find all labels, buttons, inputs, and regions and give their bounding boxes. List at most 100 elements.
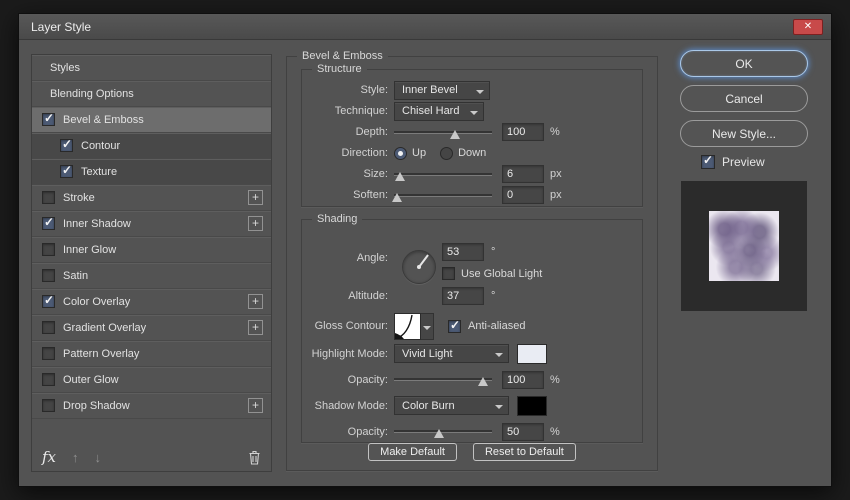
preview-checkbox[interactable] (701, 153, 715, 169)
title-bar[interactable]: Layer Style ✕ (19, 14, 831, 40)
effect-checkbox[interactable] (42, 347, 55, 360)
effect-checkbox[interactable] (42, 215, 55, 230)
sidebar-item-inner-glow[interactable]: Inner Glow (32, 237, 271, 263)
angle-dial[interactable] (402, 250, 436, 284)
sidebar-item-label: Blending Options (50, 87, 134, 100)
sidebar-item-texture[interactable]: Texture (32, 159, 271, 185)
fx-icon[interactable]: fx (42, 448, 56, 466)
effect-checkbox[interactable] (42, 243, 55, 256)
highlight-opacity-slider[interactable] (394, 372, 492, 387)
slider-thumb[interactable] (449, 129, 460, 139)
sidebar-item-gradient-overlay[interactable]: Gradient Overlay (32, 315, 271, 341)
style-label: Style: (360, 84, 388, 96)
add-effect-icon[interactable] (248, 398, 263, 413)
cancel-button[interactable]: Cancel (680, 85, 808, 112)
effect-checkbox[interactable] (42, 399, 55, 412)
sidebar-item-label: Gradient Overlay (63, 321, 147, 334)
sidebar-item-styles[interactable]: Styles (32, 55, 271, 81)
chevron-down-icon (495, 405, 503, 409)
shadow-opacity-input[interactable] (502, 422, 544, 441)
technique-dropdown[interactable]: Chisel Hard (394, 101, 484, 121)
direction-down-radio[interactable] (440, 146, 454, 160)
slider-thumb[interactable] (391, 192, 402, 202)
direction-row: Direction: Up Down (310, 143, 634, 163)
depth-row: Depth: % (310, 122, 634, 142)
sidebar-item-label: Inner Glow (63, 243, 117, 256)
highlight-mode-row: Highlight Mode: Vivid Light (310, 341, 634, 366)
gloss-contour-dropdown-button[interactable] (421, 312, 434, 340)
effect-checkbox[interactable] (42, 191, 55, 204)
shadow-mode-row: Shadow Mode: Color Burn (310, 393, 634, 418)
soften-row: Soften: px (310, 185, 634, 205)
effect-checkbox[interactable] (42, 373, 55, 386)
gloss-contour-picker[interactable] (394, 312, 421, 340)
style-dropdown[interactable]: Inner Bevel (394, 80, 490, 100)
sidebar-item-drop-shadow[interactable]: Drop Shadow (32, 393, 271, 419)
sidebar-item-outer-glow[interactable]: Outer Glow (32, 367, 271, 393)
delete-effect-button[interactable] (248, 450, 261, 465)
sidebar-item-satin[interactable]: Satin (32, 263, 271, 289)
sidebar-item-stroke[interactable]: Stroke (32, 185, 271, 211)
shadow-opacity-slider[interactable] (394, 424, 492, 439)
depth-label: Depth: (355, 126, 388, 138)
effect-checkbox[interactable] (42, 321, 55, 334)
ok-button[interactable]: OK (680, 50, 808, 77)
size-input[interactable] (502, 165, 544, 183)
slider-thumb[interactable] (394, 171, 405, 181)
highlight-color-swatch[interactable] (517, 343, 547, 364)
shadow-color-swatch[interactable] (517, 395, 547, 416)
depth-unit: % (550, 126, 560, 138)
shadow-mode-dropdown[interactable]: Color Burn (394, 396, 509, 415)
add-effect-icon[interactable] (248, 294, 263, 309)
size-slider[interactable] (394, 167, 492, 182)
effect-checkbox[interactable] (42, 269, 55, 282)
effect-checkbox[interactable] (60, 137, 73, 152)
shadow-opacity-row: Opacity: % (310, 419, 634, 444)
highlight-opacity-row: Opacity: % (310, 367, 634, 392)
shading-group: Shading Angle: ° Use Global Light Altitu… (301, 213, 643, 444)
highlight-opacity-input[interactable] (502, 370, 544, 389)
sidebar-item-bevel-emboss[interactable]: Bevel & Emboss (32, 107, 271, 133)
move-down-icon[interactable]: ↓ (95, 450, 102, 465)
reset-to-default-button[interactable]: Reset to Default (472, 443, 576, 461)
sidebar-item-label: Inner Shadow (63, 217, 131, 230)
add-effect-icon[interactable] (248, 190, 263, 205)
sidebar-item-pattern-overlay[interactable]: Pattern Overlay (32, 341, 271, 367)
depth-slider[interactable] (394, 125, 492, 140)
sidebar-item-blending-options[interactable]: Blending Options (32, 81, 271, 107)
style-row: Style: Inner Bevel (310, 80, 634, 100)
use-global-light-label: Use Global Light (461, 268, 543, 280)
trash-icon (249, 450, 260, 465)
highlight-mode-dropdown[interactable]: Vivid Light (394, 344, 509, 363)
slider-thumb[interactable] (478, 377, 489, 386)
direction-up-radio[interactable] (394, 146, 407, 160)
size-unit: px (550, 168, 562, 180)
effect-checkbox[interactable] (42, 111, 55, 126)
style-value: Inner Bevel (402, 84, 458, 96)
sidebar-item-label: Bevel & Emboss (63, 113, 144, 126)
make-default-button[interactable]: Make Default (368, 443, 457, 461)
add-effect-icon[interactable] (248, 216, 263, 231)
slider-thumb[interactable] (434, 429, 445, 438)
sidebar-item-label: Outer Glow (63, 373, 119, 386)
depth-input[interactable] (502, 123, 544, 141)
new-style-button[interactable]: New Style... (680, 120, 808, 147)
use-global-light-checkbox[interactable] (442, 267, 455, 280)
altitude-input[interactable] (442, 287, 484, 305)
effect-checkbox[interactable] (60, 163, 73, 178)
sidebar-item-color-overlay[interactable]: Color Overlay (32, 289, 271, 315)
angle-dial-center (417, 265, 421, 269)
sidebar-item-label: Contour (81, 139, 121, 152)
sidebar-item-contour[interactable]: Contour (32, 133, 271, 159)
add-effect-icon[interactable] (248, 320, 263, 335)
soften-input[interactable] (502, 186, 544, 204)
move-up-icon[interactable]: ↑ (72, 450, 79, 465)
preview-label: Preview (722, 155, 765, 169)
sidebar-item-inner-shadow[interactable]: Inner Shadow (32, 211, 271, 237)
anti-aliased-checkbox[interactable] (448, 318, 461, 333)
panel-title: Bevel & Emboss (297, 50, 388, 62)
effect-checkbox[interactable] (42, 293, 55, 308)
close-button[interactable]: ✕ (793, 18, 823, 35)
soften-slider[interactable] (391, 188, 492, 203)
angle-input[interactable] (442, 243, 484, 261)
